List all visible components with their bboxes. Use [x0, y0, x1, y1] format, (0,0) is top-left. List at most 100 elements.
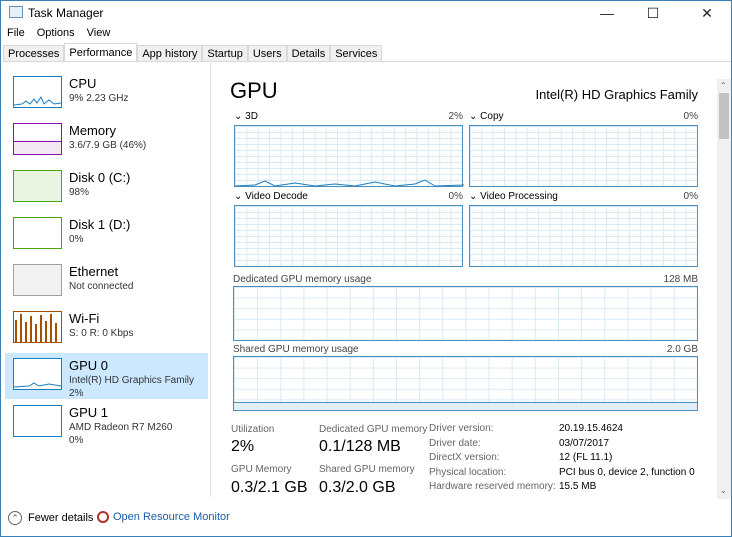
thumbnail-graph: [13, 311, 62, 343]
info-value: 12 (FL 11.1): [559, 452, 613, 463]
dedicated-gpu-memory-label: Dedicated GPU memory: [319, 424, 428, 435]
tab-processes[interactable]: Processes: [3, 45, 65, 61]
thumbnail-graph: [13, 405, 62, 437]
sidebar-item-sub: 0%: [69, 234, 84, 245]
fewer-details-button[interactable]: ⌃ Fewer details: [8, 511, 93, 525]
sidebar-item-sub2: 0%: [69, 435, 84, 446]
dedicated-memory-graph: [233, 286, 698, 341]
sidebar-item-label: Disk 0 (C:): [69, 170, 131, 185]
info-key: DirectX version:: [429, 452, 500, 463]
page-title: GPU: [230, 78, 278, 103]
engine-copy-label[interactable]: ⌄ Copy: [469, 111, 504, 122]
menu-file[interactable]: File: [7, 27, 25, 39]
sidebar-item-label: Disk 1 (D:): [69, 217, 131, 232]
info-key: Physical location:: [429, 466, 507, 478]
engine-3d-graph: [234, 125, 464, 187]
shared-gpu-memory-value: 0.3/2.0 GB: [319, 479, 396, 496]
sidebar-item-sub: 98%: [69, 187, 90, 198]
engine-copy-value: 0%: [683, 111, 698, 122]
engine-video-processing-value: 0%: [683, 191, 698, 202]
scrollbar[interactable]: ⌃ ⌄: [717, 79, 731, 499]
open-resource-monitor-link[interactable]: Open Resource Monitor: [97, 511, 230, 523]
sidebar-item-wi-fi[interactable]: Wi-Fi S: 0 R: 0 Kbps: [5, 306, 208, 352]
maximize-button[interactable]: ☐: [630, 1, 676, 25]
shared-memory-label: Shared GPU memory usage: [233, 344, 359, 355]
engine-copy-graph: [469, 125, 698, 187]
tab-users[interactable]: Users: [247, 45, 287, 61]
task-manager-icon: [9, 6, 23, 18]
sidebar-item-sub: Not connected: [69, 281, 134, 292]
info-value: 03/07/2017: [559, 437, 610, 449]
engine-video-processing-label[interactable]: ⌄ Video Processing: [469, 191, 558, 202]
sidebar-item-gpu-0[interactable]: GPU 0 Intel(R) HD Graphics Family 2%: [5, 353, 208, 399]
thumbnail-graph: [13, 123, 62, 155]
sidebar-item-gpu-1[interactable]: GPU 1 AMD Radeon R7 M260 0%: [5, 400, 208, 446]
sidebar-item-sub: Intel(R) HD Graphics Family: [69, 375, 195, 386]
thumbnail-graph: [13, 76, 62, 108]
dedicated-gpu-memory-value: 0.1/128 MB: [319, 438, 401, 455]
thumbnail-graph: [13, 358, 62, 390]
sidebar-item-label: Ethernet: [69, 264, 119, 279]
scroll-up-icon[interactable]: ⌃: [720, 81, 728, 90]
info-key: Driver version:: [429, 423, 494, 434]
gpu-memory-value: 0.3/2.1 GB: [231, 479, 308, 496]
tab-details[interactable]: Details: [286, 45, 331, 61]
menu-bar: File Options View: [7, 27, 110, 39]
resource-sidebar: CPU 9% 2.23 GHz Memory 3.6/7.9 GB (46%) Disk…: [1, 63, 211, 497]
sidebar-item-ethernet[interactable]: Ethernet Not connected: [5, 259, 208, 305]
sidebar-item-cpu[interactable]: CPU 9% 2.23 GHz: [5, 71, 208, 117]
sidebar-item-disk-0-c[interactable]: Disk 0 (C:) 98%: [5, 165, 208, 211]
thumbnail-graph: [13, 217, 62, 249]
info-value: 15.5 MB: [559, 481, 597, 492]
thumbnail-graph: [13, 170, 62, 202]
tab-services[interactable]: Services: [330, 45, 383, 61]
minimize-button[interactable]: —: [584, 1, 630, 25]
utilization-value: 2%: [231, 438, 255, 455]
sidebar-item-label: CPU: [69, 76, 97, 91]
footer: ⌃ Fewer details Open Resource Monitor: [1, 501, 731, 537]
engine-3d-value: 2%: [448, 111, 463, 122]
thumbnail-graph: [13, 264, 62, 296]
shared-memory-max: 2.0 GB: [666, 344, 698, 355]
info-key: Hardware reserved memory:: [429, 481, 556, 492]
sidebar-item-label: Wi-Fi: [69, 311, 100, 326]
sidebar-item-label: Memory: [69, 123, 116, 138]
engine-3d-label[interactable]: ⌄ 3D: [234, 111, 258, 122]
sidebar-item-sub: AMD Radeon R7 M260: [69, 422, 173, 433]
engine-video-decode-value: 0%: [448, 191, 463, 202]
sidebar-item-sub2: 2%: [69, 388, 84, 399]
chevron-up-icon: ⌃: [8, 511, 22, 525]
tab-app-history[interactable]: App history: [137, 45, 203, 61]
info-value: 20.19.15.4624: [559, 423, 623, 434]
dedicated-memory-max: 128 MB: [663, 274, 698, 285]
shared-memory-fill: [234, 402, 697, 410]
scrollbar-thumb[interactable]: [719, 93, 729, 139]
utilization-label: Utilization: [231, 424, 275, 435]
3d-usage-line: [235, 179, 464, 187]
resource-monitor-icon: [97, 511, 109, 523]
tab-performance[interactable]: Performance: [64, 43, 138, 61]
info-key: Driver date:: [429, 437, 481, 449]
sidebar-item-disk-1-d[interactable]: Disk 1 (D:) 0%: [5, 212, 208, 258]
sidebar-item-label: GPU 0: [69, 358, 109, 373]
engine-video-processing-graph: [469, 205, 698, 267]
sidebar-item-sub: S: 0 R: 0 Kbps: [69, 328, 134, 339]
menu-options[interactable]: Options: [37, 27, 75, 39]
window-title: Task Manager: [28, 6, 104, 20]
tab-startup[interactable]: Startup: [202, 45, 248, 61]
sidebar-item-memory[interactable]: Memory 3.6/7.9 GB (46%): [5, 118, 208, 164]
title-bar: Task Manager — ☐ ✕: [1, 1, 731, 25]
gpu-memory-label: GPU Memory: [231, 464, 292, 475]
gpu-device-name: Intel(R) HD Graphics Family: [535, 87, 698, 102]
close-button[interactable]: ✕: [684, 1, 730, 25]
scroll-down-icon[interactable]: ⌄: [720, 486, 727, 495]
info-value: PCI bus 0, device 2, function 0: [559, 466, 695, 478]
dedicated-memory-label: Dedicated GPU memory usage: [233, 274, 372, 285]
menu-view[interactable]: View: [87, 27, 111, 39]
tab-bar: Processes Performance App history Startu…: [3, 43, 731, 62]
resource-monitor-label: Open Resource Monitor: [113, 511, 230, 523]
engine-video-decode-graph: [234, 205, 463, 267]
shared-gpu-memory-label: Shared GPU memory: [319, 464, 415, 475]
sidebar-item-sub: 3.6/7.9 GB (46%): [69, 140, 147, 151]
engine-video-decode-label[interactable]: ⌄ Video Decode: [234, 191, 308, 202]
